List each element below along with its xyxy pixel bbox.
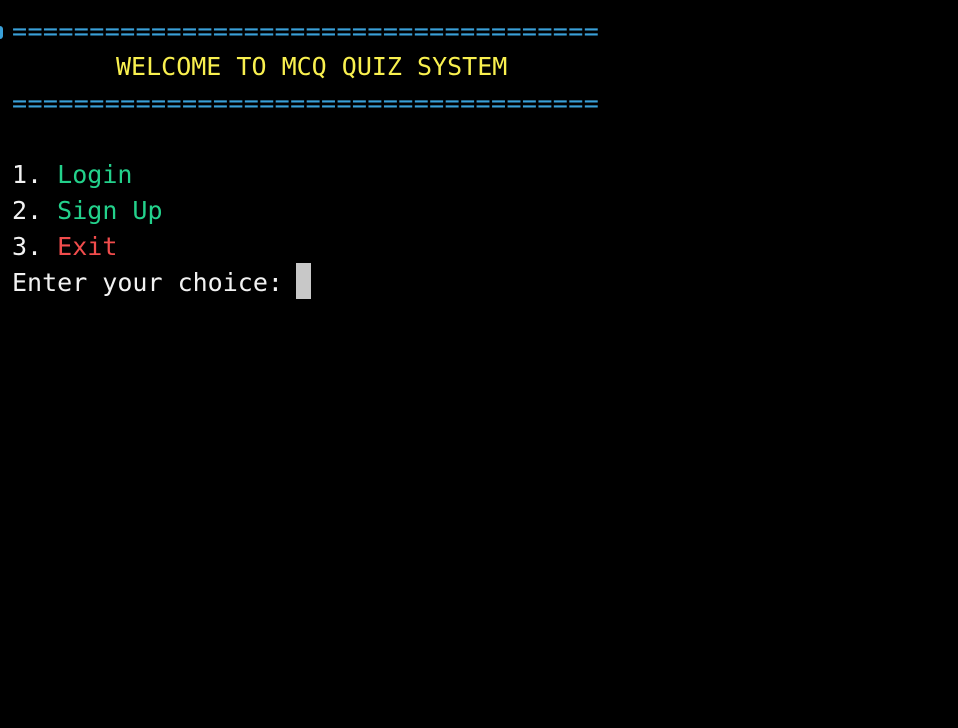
menu-option-number: 2. [12,196,43,225]
menu-option-signup: 2. Sign Up [12,193,163,229]
menu-option-label: Exit [57,232,118,261]
menu-option-number: 3. [12,232,43,261]
menu-option-label: Sign Up [57,196,163,225]
text-cursor[interactable] [296,263,311,299]
menu-option-label: Login [57,160,133,189]
menu-option-login: 1. Login [12,157,132,193]
separator-top: ====================================== [12,17,600,46]
welcome-heading: WELCOME TO MCQ QUIZ SYSTEM [116,52,508,81]
choice-prompt: Enter your choice: [12,265,298,301]
scroll-edge-marker [0,26,3,39]
terminal-window[interactable]: ====================================== W… [0,0,958,728]
separator-bottom: ====================================== [12,89,600,118]
menu-option-exit: 3. Exit [12,229,117,265]
choice-prompt-label: Enter your choice: [12,268,298,297]
menu-option-number: 1. [12,160,43,189]
